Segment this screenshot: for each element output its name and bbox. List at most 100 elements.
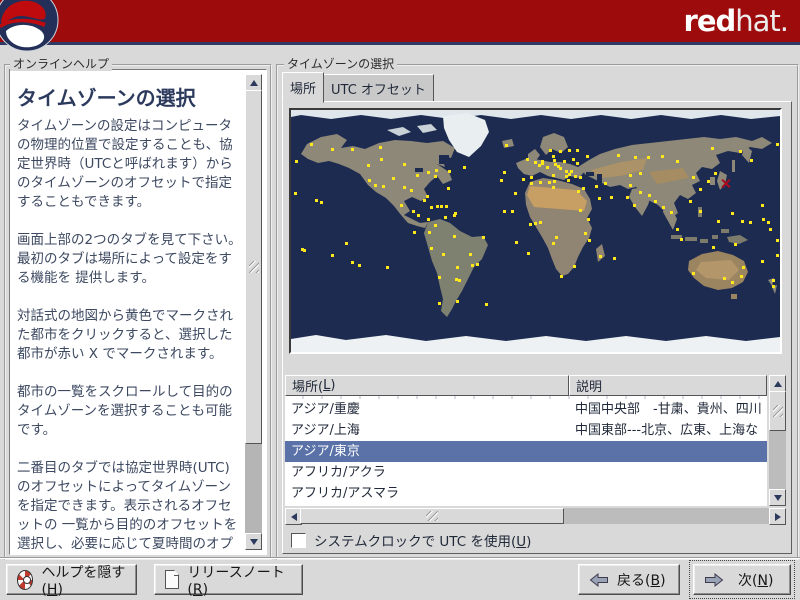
city-dot[interactable] [639,172,642,175]
city-dot[interactable] [610,196,613,199]
city-dot[interactable] [503,171,506,174]
city-dot[interactable] [444,216,447,219]
city-dot[interactable] [617,154,620,157]
city-dot[interactable] [428,231,431,234]
city-dot[interactable] [546,166,549,169]
city-dot[interactable] [648,194,651,197]
city-dot[interactable] [692,176,695,179]
city-dot[interactable] [604,182,607,185]
city-dot[interactable] [294,192,297,195]
timezone-list-hscrollbar[interactable] [285,508,786,524]
city-dot[interactable] [500,179,503,182]
city-dot[interactable] [576,149,579,152]
city-dot[interactable] [577,190,580,193]
city-dot[interactable] [320,201,323,204]
city-dot[interactable] [714,172,717,175]
city-dot[interactable] [629,184,632,187]
city-dot[interactable] [527,252,530,255]
city-dot[interactable] [430,247,433,250]
city-dot[interactable] [503,210,506,213]
city-dot[interactable] [511,210,514,213]
city-dot[interactable] [599,255,602,258]
city-dot[interactable] [711,147,714,150]
city-dot[interactable] [453,235,456,238]
city-dot[interactable] [427,218,430,221]
city-dot[interactable] [456,300,459,303]
city-dot[interactable] [563,160,566,163]
city-dot[interactable] [345,242,348,245]
city-dot[interactable] [692,272,695,275]
city-dot[interactable] [565,175,568,178]
city-dot[interactable] [613,257,616,260]
world-map[interactable] [289,108,782,354]
city-dot[interactable] [440,205,443,208]
city-dot[interactable] [574,175,577,178]
city-dot[interactable] [416,174,419,177]
city-dot[interactable] [676,228,679,231]
city-dot[interactable] [403,163,406,166]
city-dot[interactable] [438,276,441,279]
city-dot[interactable] [436,205,439,208]
city-dot[interactable] [647,156,650,159]
city-dot[interactable] [572,158,575,161]
city-dot[interactable] [423,199,426,202]
column-header-location[interactable]: 場所(L) [285,375,569,396]
city-dot[interactable] [676,160,679,163]
city-dot[interactable] [626,196,629,199]
city-dot[interactable] [410,189,413,192]
city-dot[interactable] [749,221,752,224]
city-dot[interactable] [438,302,441,305]
city-dot[interactable] [734,243,737,246]
city-dot[interactable] [586,155,589,158]
city-dot[interactable] [689,200,692,203]
city-dot[interactable] [426,195,429,198]
hide-help-button[interactable]: ヘルプを隠す(H) [6,564,137,595]
list-scroll-right-button[interactable] [769,508,786,525]
list-scroll-down-button[interactable] [769,489,786,506]
city-dot[interactable] [680,238,683,241]
timezone-row[interactable]: アジア/重慶中国中央部 -甘粛、貴州、四川 [285,399,767,420]
city-dot[interactable] [430,206,433,209]
city-dot[interactable] [598,197,601,200]
tab-location[interactable]: 場所 [282,72,324,103]
city-dot[interactable] [552,174,555,177]
release-notes-button[interactable]: リリースノート(R) [154,564,303,595]
city-dot[interactable] [568,173,571,176]
column-header-description[interactable]: 説明 [569,375,767,396]
timezone-row[interactable]: アフリカ/アクラ [285,462,767,483]
city-dot[interactable] [310,143,313,146]
city-dot[interactable] [761,204,764,207]
city-dot[interactable] [699,210,702,213]
help-scroll-thumb[interactable] [245,90,262,444]
city-dot[interactable] [539,181,542,184]
city-dot[interactable] [379,146,382,149]
city-dot[interactable] [541,162,544,165]
city-dot[interactable] [434,224,437,227]
city-dot[interactable] [539,221,542,224]
city-dot[interactable] [374,184,377,187]
city-dot[interactable] [453,214,456,217]
city-dot[interactable] [382,185,385,188]
city-dot[interactable] [553,180,556,183]
list-hscroll-thumb[interactable] [300,508,564,524]
help-scrollbar[interactable] [245,74,262,550]
city-dot[interactable] [661,155,664,158]
city-dot[interactable] [707,180,710,183]
city-dot[interactable] [476,263,479,266]
timezone-row[interactable]: アフリカ/アスマラ [285,483,767,504]
city-dot[interactable] [534,222,537,225]
city-dot[interactable] [573,265,576,268]
city-dot[interactable] [776,239,779,242]
city-dot[interactable] [456,266,459,269]
city-dot[interactable] [469,253,472,256]
city-dot[interactable] [435,169,438,172]
city-dot[interactable] [560,275,563,278]
city-dot[interactable] [448,170,451,173]
city-dot[interactable] [529,223,532,226]
list-vscroll-thumb[interactable] [769,391,786,431]
city-dot[interactable] [776,143,779,146]
city-dot[interactable] [351,261,354,264]
city-dot[interactable] [742,266,745,269]
city-dot[interactable] [400,204,403,207]
list-scroll-up-button[interactable] [769,375,786,392]
